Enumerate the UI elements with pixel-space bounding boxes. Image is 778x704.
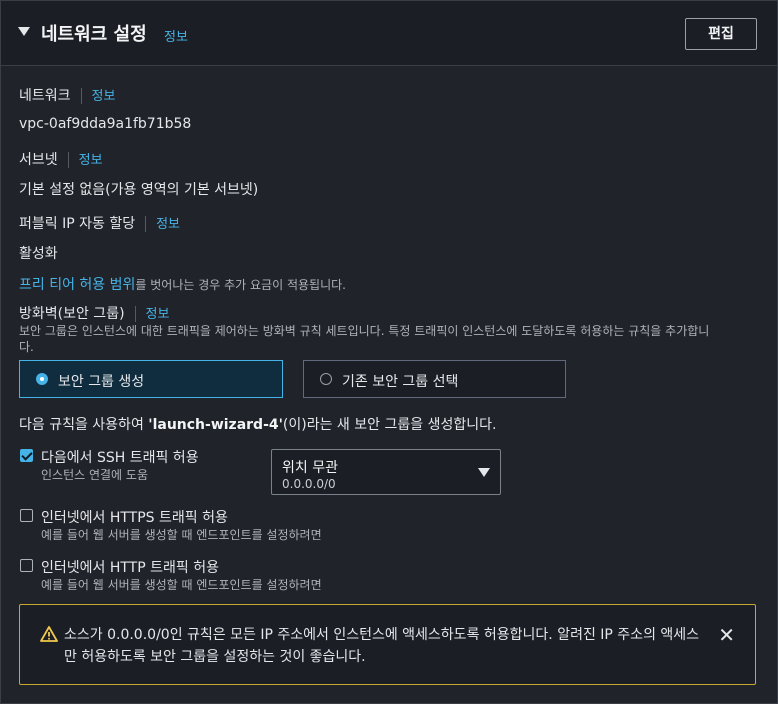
- network-value: vpc-0af9dda9a1fb71b58: [19, 116, 192, 132]
- rule-summary: 다음 규칙을 사용하여 'launch-wizard-4'(이)라는 새 보안 …: [19, 414, 496, 434]
- radio-unselected-icon: [320, 373, 332, 385]
- radio-label: 보안 그룹 생성: [58, 374, 145, 390]
- http-rule-label: 인터넷에서 HTTP 트래픽 허용: [41, 560, 219, 576]
- free-tier-note: 프리 티어 허용 범위를 벗어나는 경우 추가 요금이 적용됩니다.: [19, 274, 346, 294]
- http-checkbox[interactable]: [20, 559, 33, 572]
- create-security-group-option[interactable]: 보안 그룹 생성: [19, 360, 283, 398]
- radio-selected-icon: [36, 373, 48, 385]
- subnet-value: 기본 설정 없음(가용 영역의 기본 서브넷): [19, 182, 259, 198]
- warning-message: 소스가 0.0.0.0/0인 규칙은 모든 IP 주소에서 인스턴스에 액세스하…: [64, 627, 700, 665]
- rule-summary-prefix: 다음 규칙을 사용하여: [19, 417, 149, 433]
- subnet-label: 서브넷: [19, 152, 58, 168]
- warning-alert: 소스가 0.0.0.0/0인 규칙은 모든 IP 주소에서 인스턴스에 액세스하…: [19, 604, 756, 685]
- ssh-source-value: 위치 무관: [282, 460, 338, 476]
- https-rule-sub: 예를 들어 웹 서버를 생성할 때 엔드포인트를 설정하려면: [41, 528, 322, 542]
- rule-summary-name: 'launch-wizard-4': [148, 417, 283, 433]
- network-field-label: 네트워크 정보: [19, 85, 115, 105]
- ssh-checkbox[interactable]: [20, 449, 33, 462]
- panel-header: 네트워크 설정 정보 편집: [1, 1, 777, 66]
- firewall-description-line1: 보안 그룹은 인스턴스에 대한 트래픽을 제어하는 방화벽 규칙 세트입니다. …: [19, 324, 710, 338]
- firewall-label: 방화벽(보안 그룹): [19, 306, 125, 322]
- public-ip-field-label: 퍼블릭 IP 자동 할당 정보: [19, 213, 180, 233]
- select-existing-security-group-option[interactable]: 기존 보안 그룹 선택: [303, 360, 566, 398]
- header-info-link[interactable]: 정보: [164, 26, 188, 45]
- https-rule-label: 인터넷에서 HTTPS 트래픽 허용: [41, 510, 228, 526]
- divider: [80, 88, 82, 104]
- warning-icon: [40, 626, 58, 642]
- firewall-description-line2: 다.: [19, 340, 34, 354]
- network-label: 네트워크: [19, 88, 71, 104]
- network-settings-panel: 네트워크 설정 정보 편집 네트워크 정보 vpc-0af9dda9a1fb71b…: [0, 0, 778, 704]
- public-ip-value: 활성화: [19, 246, 58, 262]
- https-checkbox[interactable]: [20, 509, 33, 522]
- subnet-info-link[interactable]: 정보: [79, 153, 103, 168]
- firewall-field-label: 방화벽(보안 그룹) 정보: [19, 303, 169, 323]
- ssh-rule-sub: 인스턴스 연결에 도움: [41, 468, 148, 482]
- divider: [134, 306, 136, 322]
- ssh-rule-label: 다음에서 SSH 트래픽 허용: [41, 450, 199, 466]
- ssh-source-cidr: 0.0.0.0/0: [282, 477, 336, 491]
- collapse-caret-icon[interactable]: [18, 27, 30, 36]
- free-tier-link[interactable]: 프리 티어 허용 범위: [19, 277, 135, 293]
- free-tier-text: 를 벗어나는 경우 추가 요금이 적용됩니다.: [135, 278, 346, 292]
- http-rule-sub: 예를 들어 웹 서버를 생성할 때 엔드포인트를 설정하려면: [41, 578, 322, 592]
- page-title: 네트워크 설정: [41, 24, 147, 45]
- divider: [67, 152, 69, 168]
- close-icon[interactable]: ✕: [718, 625, 735, 645]
- public-ip-info-link[interactable]: 정보: [156, 217, 180, 232]
- public-ip-label: 퍼블릭 IP 자동 할당: [19, 216, 136, 232]
- rule-summary-suffix: (이)라는 새 보안 그룹을 생성합니다.: [282, 417, 497, 433]
- caret-down-icon: [478, 468, 490, 477]
- firewall-info-link[interactable]: 정보: [146, 307, 170, 322]
- edit-button[interactable]: 편집: [685, 18, 757, 50]
- network-info-link[interactable]: 정보: [92, 89, 116, 104]
- radio-label: 기존 보안 그룹 선택: [342, 374, 459, 390]
- ssh-source-select[interactable]: 위치 무관 0.0.0.0/0: [271, 449, 501, 495]
- divider: [145, 216, 147, 232]
- subnet-field-label: 서브넷 정보: [19, 149, 103, 169]
